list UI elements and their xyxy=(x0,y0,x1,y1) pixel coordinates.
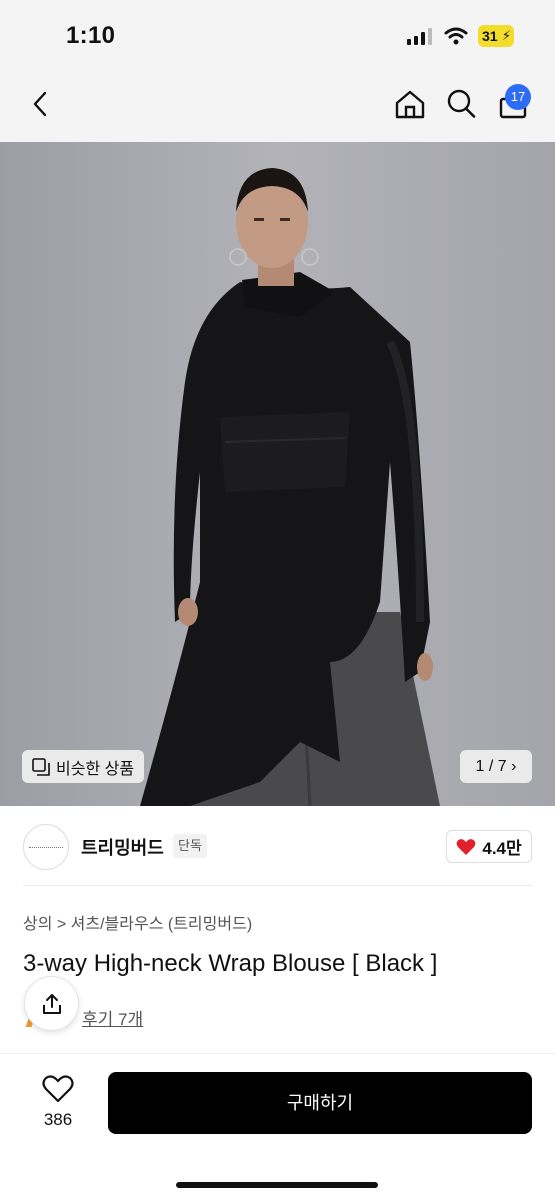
navigation-bar xyxy=(0,70,555,142)
brand-logo[interactable] xyxy=(23,824,69,870)
status-time: 1:10 xyxy=(66,22,116,49)
product-image[interactable]: 비슷한 상품 1 / 7 › xyxy=(0,142,555,806)
charging-icon: ⚡ xyxy=(501,28,511,43)
buy-button[interactable]: 구매하기 xyxy=(108,1072,532,1134)
brand-name[interactable]: 트리밍버드 xyxy=(81,834,164,860)
product-photo xyxy=(0,142,555,806)
chevron-right-icon: › xyxy=(511,758,517,775)
home-button[interactable] xyxy=(390,84,430,124)
heart-filled-icon xyxy=(456,838,476,855)
status-bar: 1:10 31 ⚡ xyxy=(0,0,555,70)
search-icon xyxy=(447,89,476,118)
copy-icon xyxy=(32,757,50,776)
reviews-link[interactable]: 후기 7개 xyxy=(82,1005,143,1030)
brand-like-button[interactable]: 4.4만 xyxy=(446,830,532,863)
signal-icon xyxy=(407,28,432,45)
cart-count-badge: 17 xyxy=(505,84,531,110)
chevron-left-icon xyxy=(33,91,47,117)
image-page-indicator[interactable]: 1 / 7 › xyxy=(460,750,532,783)
category-breadcrumb[interactable]: 상의 > 셔츠/블라우스 (트리밍버드) xyxy=(23,910,252,934)
share-button[interactable] xyxy=(24,976,79,1031)
search-button[interactable] xyxy=(441,84,481,124)
page-indicator-text: 1 / 7 xyxy=(475,758,507,775)
battery-level: 31 xyxy=(482,28,498,44)
battery-indicator: 31 ⚡ xyxy=(478,25,514,47)
similar-products-button[interactable]: 비슷한 상품 xyxy=(22,750,145,783)
exclusive-badge: 단독 xyxy=(173,834,207,858)
product-title: 3-way High-neck Wrap Blouse [ Black ] xyxy=(23,950,438,977)
wifi-icon xyxy=(444,27,468,45)
wishlist-button[interactable]: 386 xyxy=(30,1072,86,1132)
brand-like-count: 4.4만 xyxy=(482,839,522,858)
share-icon xyxy=(42,993,61,1014)
home-icon xyxy=(395,90,425,119)
brand-row: 트리밍버드 단독 4.4만 xyxy=(23,806,532,886)
wishlist-count: 386 xyxy=(43,1110,73,1129)
back-button[interactable] xyxy=(20,84,60,124)
similar-products-label: 비슷한 상품 xyxy=(56,760,135,778)
heart-outline-icon xyxy=(42,1075,74,1103)
divider xyxy=(0,1053,555,1054)
home-indicator xyxy=(176,1182,378,1188)
